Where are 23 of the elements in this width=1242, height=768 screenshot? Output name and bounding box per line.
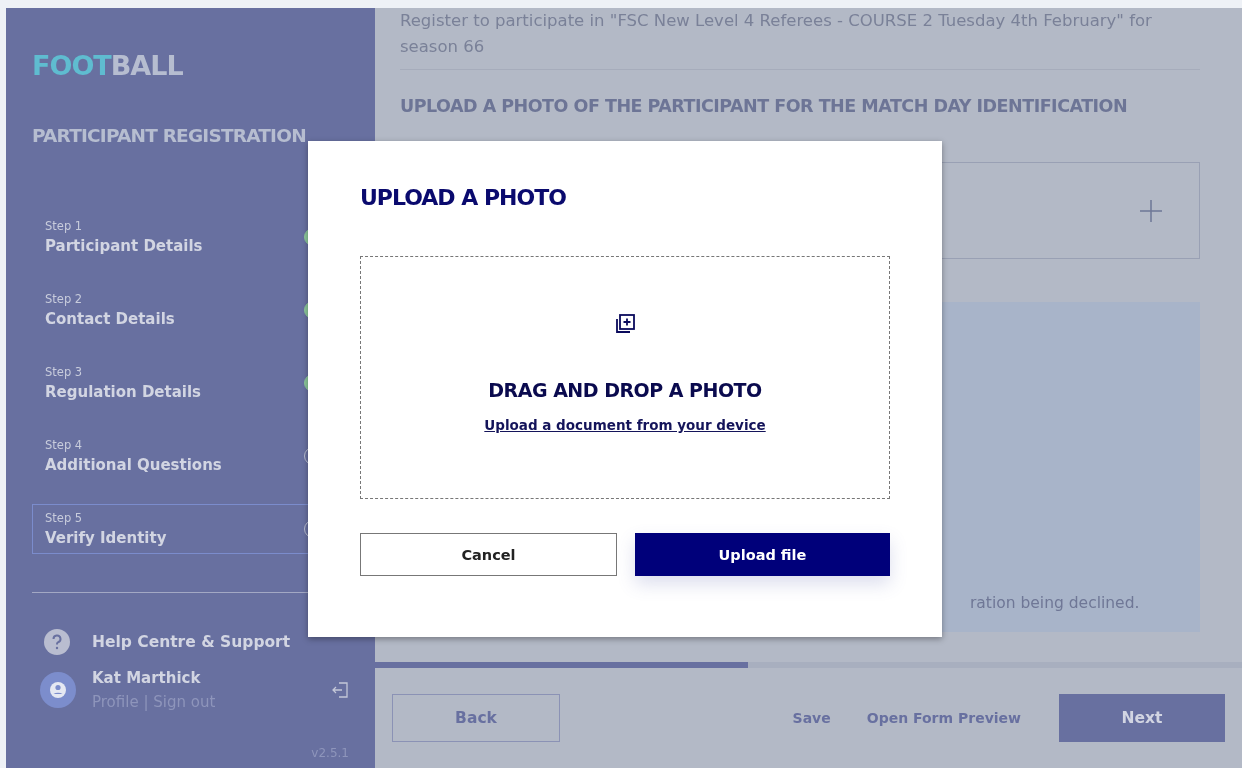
preview-button[interactable]: Open Form Preview — [860, 709, 1027, 727]
notice-text: ration being declined. — [970, 594, 1140, 612]
help-link[interactable]: Help Centre & Support — [92, 633, 291, 651]
dialog-title: UPLOAD A PHOTO — [360, 185, 567, 210]
avatar-icon — [40, 672, 76, 708]
drop-zone[interactable]: DRAG AND DROP A PHOTO Upload a document from your device — [360, 256, 890, 499]
logo-text: FOOT — [32, 50, 111, 81]
logo-text: BALL — [110, 50, 183, 81]
upload-link[interactable]: Upload a document from your device — [484, 417, 766, 433]
user-name: Kat Marthick — [92, 669, 202, 687]
cancel-button[interactable]: Cancel — [360, 533, 617, 576]
sign-out-icon[interactable] — [331, 681, 349, 699]
drop-title: DRAG AND DROP A PHOTO — [488, 379, 762, 401]
upload-file-button[interactable]: Upload file — [635, 533, 890, 576]
next-button[interactable]: Next — [1059, 694, 1225, 742]
help-icon — [44, 629, 70, 655]
sidebar-title: PARTICIPANT REGISTRATION — [32, 125, 307, 146]
add-photo-icon — [614, 313, 636, 335]
section-heading: UPLOAD A PHOTO OF THE PARTICIPANT FOR THE MATCH DAY IDENTIFICATION — [400, 96, 1129, 116]
intro-text: Register to participate in "FSC New Level 4 Referees - COURSE 2 Tuesday 4th February" for season 66 — [400, 10, 1153, 58]
back-button[interactable]: Back — [392, 694, 560, 742]
save-button[interactable]: Save — [786, 709, 837, 727]
plus-icon — [1139, 198, 1163, 223]
